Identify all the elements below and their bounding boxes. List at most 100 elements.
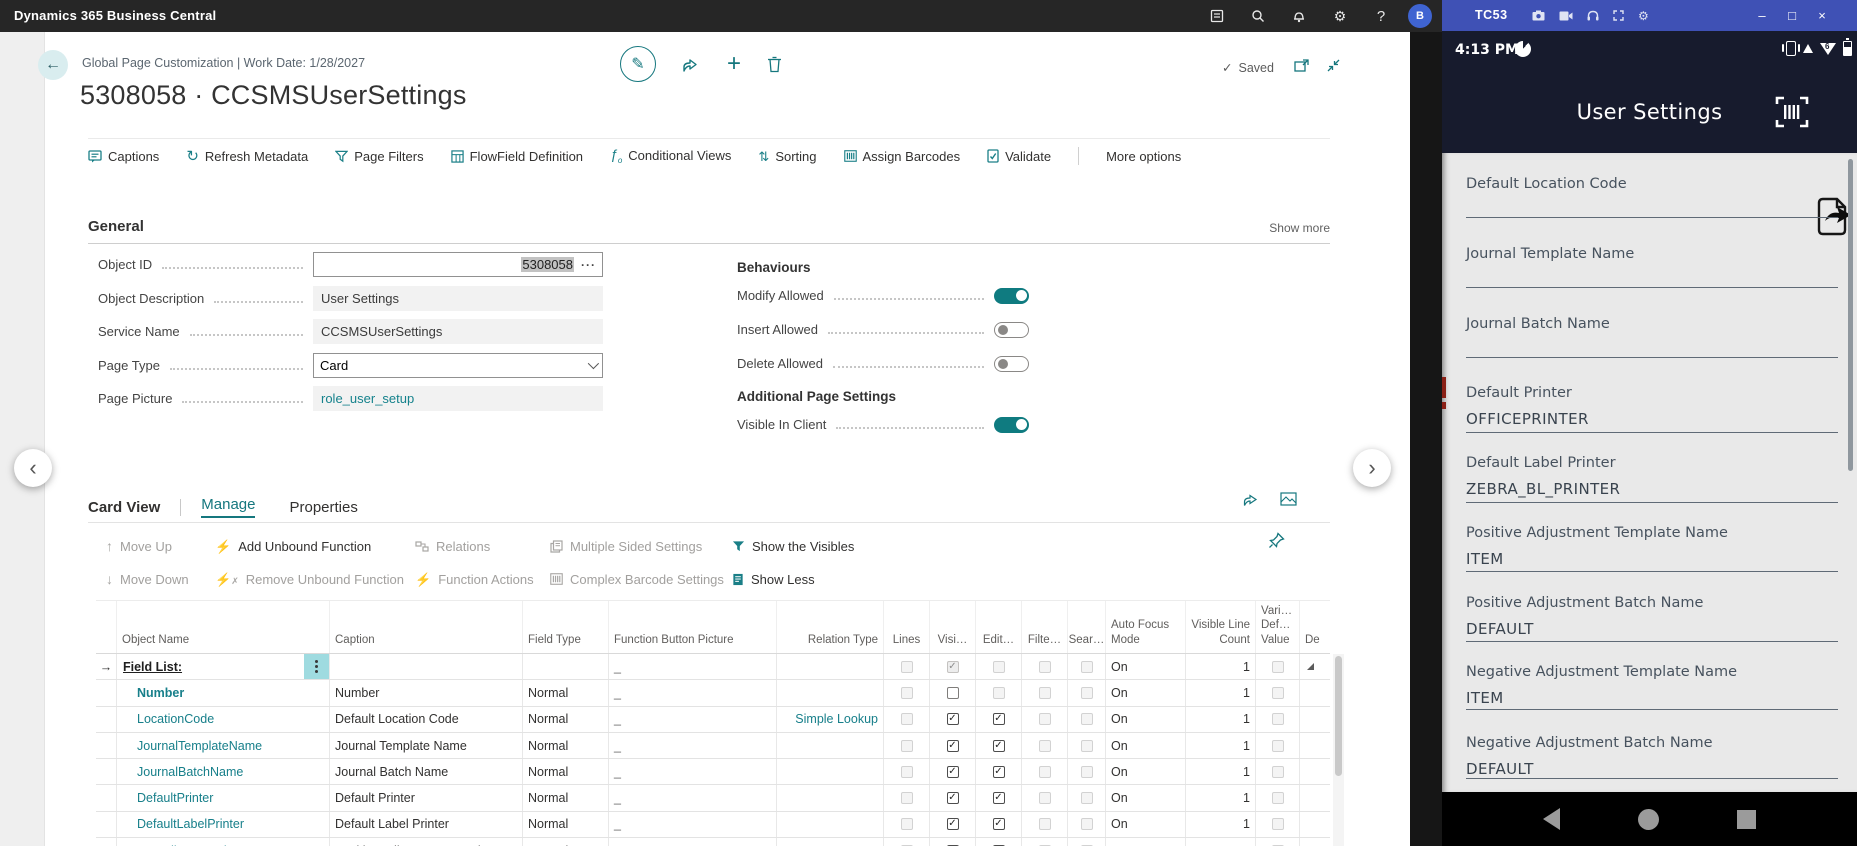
edit-button[interactable]: ✎	[620, 46, 656, 82]
cell-auto-focus-mode[interactable]: On	[1106, 707, 1186, 732]
popout-icon[interactable]	[1294, 58, 1310, 73]
phone-field-value[interactable]	[1466, 201, 1838, 221]
cell-object-name[interactable]: DefaultLabelPrinter	[117, 812, 330, 837]
toggle-visible-in-client[interactable]	[994, 417, 1029, 433]
phone-field-value[interactable]: OFFICEPRINTER	[1466, 410, 1838, 430]
variable-default-value-checkbox[interactable]	[1272, 792, 1284, 804]
phone-field-negative-adjustment-template-name[interactable]: Negative Adjustment Template NameITEM	[1466, 664, 1838, 710]
cell-auto-focus-mode[interactable]: On	[1106, 733, 1186, 758]
more-options-button[interactable]: More options	[1106, 149, 1181, 164]
filterable-checkbox[interactable]	[1039, 687, 1051, 699]
editable-checkbox[interactable]	[993, 792, 1005, 804]
table-row[interactable]: DefaultLabelPrinterDefault Label Printer…	[96, 812, 1330, 838]
variable-default-value-checkbox[interactable]	[1272, 687, 1284, 699]
visible-checkbox[interactable]	[947, 713, 959, 725]
cell-object-name[interactable]: LocationCode	[117, 707, 330, 732]
row-selector[interactable]	[96, 785, 117, 810]
toggle-modify-allowed[interactable]	[994, 288, 1029, 304]
column-header-visi[interactable]: Visi…	[930, 601, 976, 653]
visible-checkbox[interactable]	[947, 740, 959, 752]
cell-caption[interactable]: Positive Adjustment Template Name	[330, 838, 523, 846]
filterable-checkbox[interactable]	[1039, 661, 1051, 673]
back-button[interactable]: ←	[38, 50, 68, 80]
help-icon[interactable]: ?	[1366, 0, 1396, 32]
phone-field-value[interactable]: ITEM	[1466, 689, 1838, 709]
visible-checkbox[interactable]	[947, 687, 959, 699]
table-row[interactable]: LocationCodeDefault Location CodeNormal_…	[96, 707, 1330, 733]
column-header-name[interactable]: Object Name	[117, 601, 330, 653]
column-header-fbp[interactable]: Function Button Picture	[609, 601, 777, 653]
new-button[interactable]: +	[727, 52, 741, 76]
cell-relation-type[interactable]	[777, 654, 884, 679]
searchable-checkbox[interactable]	[1081, 661, 1093, 673]
cell-function-button-picture[interactable]: _	[609, 654, 777, 679]
cell-auto-focus-mode[interactable]: On	[1106, 812, 1186, 837]
cell-object-name[interactable]: JournalBatchName	[117, 759, 330, 784]
table-row[interactable]: JournalBatchNameJournal Batch NameNormal…	[96, 759, 1330, 785]
phone-field-journal-batch-name[interactable]: Journal Batch Name	[1466, 316, 1838, 358]
record-video-icon[interactable]	[1559, 11, 1573, 21]
cell-relation-type[interactable]	[777, 733, 884, 758]
column-header-vlc[interactable]: Visible Line Count	[1186, 601, 1256, 653]
image-icon[interactable]	[1280, 492, 1297, 507]
fullscreen-icon[interactable]	[1613, 10, 1624, 21]
cell-visible-line-count[interactable]: 1	[1186, 707, 1256, 732]
editable-checkbox[interactable]	[993, 766, 1005, 778]
column-header-caption[interactable]: Caption	[330, 601, 523, 653]
cell-field-type[interactable]	[523, 654, 609, 679]
page-type-select[interactable]: Card	[313, 353, 603, 378]
android-home-button[interactable]	[1638, 809, 1659, 830]
minimize-icon[interactable]: –	[1755, 8, 1769, 23]
action-relations[interactable]: Relations	[415, 534, 490, 558]
cell-caption[interactable]: Journal Template Name	[330, 733, 523, 758]
column-header-ftype[interactable]: Field Type	[523, 601, 609, 653]
cell-caption[interactable]: Journal Batch Name	[330, 759, 523, 784]
action-complex-barcode-settings[interactable]: Complex Barcode Settings	[550, 567, 724, 591]
cell-relation-type[interactable]	[777, 680, 884, 705]
cell-visible-line-count[interactable]: 1	[1186, 785, 1256, 810]
row-selector[interactable]	[96, 707, 117, 732]
share-card-icon[interactable]	[1243, 492, 1260, 507]
search-icon[interactable]	[1243, 0, 1273, 32]
visible-checkbox[interactable]	[947, 661, 959, 673]
phone-field-default-location-code[interactable]: Default Location Code	[1466, 176, 1838, 218]
toolbar-item-flowfield-definition[interactable]: FlowField Definition	[451, 149, 583, 164]
news-icon[interactable]	[1202, 0, 1232, 32]
cell-relation-type[interactable]	[777, 812, 884, 837]
settings-icon[interactable]: ⚙	[1638, 9, 1649, 23]
filterable-checkbox[interactable]	[1039, 818, 1051, 830]
filterable-checkbox[interactable]	[1039, 792, 1051, 804]
prev-page-button[interactable]: ‹	[14, 449, 52, 487]
searchable-checkbox[interactable]	[1081, 740, 1093, 752]
share-button[interactable]	[682, 56, 701, 73]
row-selector[interactable]	[96, 812, 117, 837]
toolbar-item-conditional-views[interactable]: ƒoConditional Views	[610, 147, 731, 165]
variable-default-value-checkbox[interactable]	[1272, 818, 1284, 830]
variable-default-value-checkbox[interactable]	[1272, 740, 1284, 752]
cell-object-name[interactable]: PosAdjustTemplateName	[117, 838, 330, 846]
action-move-up[interactable]: ↑Move Up	[106, 534, 172, 558]
table-scrollbar-thumb[interactable]	[1335, 656, 1342, 776]
searchable-checkbox[interactable]	[1081, 713, 1093, 725]
variable-default-value-checkbox[interactable]	[1272, 661, 1284, 673]
cell-function-button-picture[interactable]: _	[609, 812, 777, 837]
table-row[interactable]: DefaultPrinterDefault PrinterNormal_On1	[96, 785, 1330, 811]
cell-visible-line-count[interactable]: 1	[1186, 654, 1256, 679]
row-selector[interactable]: →	[96, 654, 117, 679]
cell-visible-line-count[interactable]: 1	[1186, 680, 1256, 705]
phone-field-positive-adjustment-template-name[interactable]: Positive Adjustment Template NameITEM	[1466, 525, 1838, 572]
collapse-icon[interactable]	[1326, 58, 1341, 73]
next-page-button[interactable]: ›	[1353, 449, 1391, 487]
cell-object-name[interactable]: Field List:	[117, 654, 330, 679]
searchable-checkbox[interactable]	[1081, 687, 1093, 699]
barcode-scan-icon[interactable]	[1775, 96, 1809, 133]
cell-function-button-picture[interactable]: _	[609, 680, 777, 705]
cell-object-name[interactable]: JournalTemplateName	[117, 733, 330, 758]
editable-checkbox[interactable]	[993, 687, 1005, 699]
searchable-checkbox[interactable]	[1081, 792, 1093, 804]
toolbar-item-assign-barcodes[interactable]: Assign Barcodes	[844, 149, 961, 164]
toolbar-item-captions[interactable]: Captions	[88, 149, 159, 164]
toggle-delete-allowed[interactable]	[994, 356, 1029, 372]
cell-field-type[interactable]: Normal	[523, 785, 609, 810]
lines-checkbox[interactable]	[901, 713, 913, 725]
